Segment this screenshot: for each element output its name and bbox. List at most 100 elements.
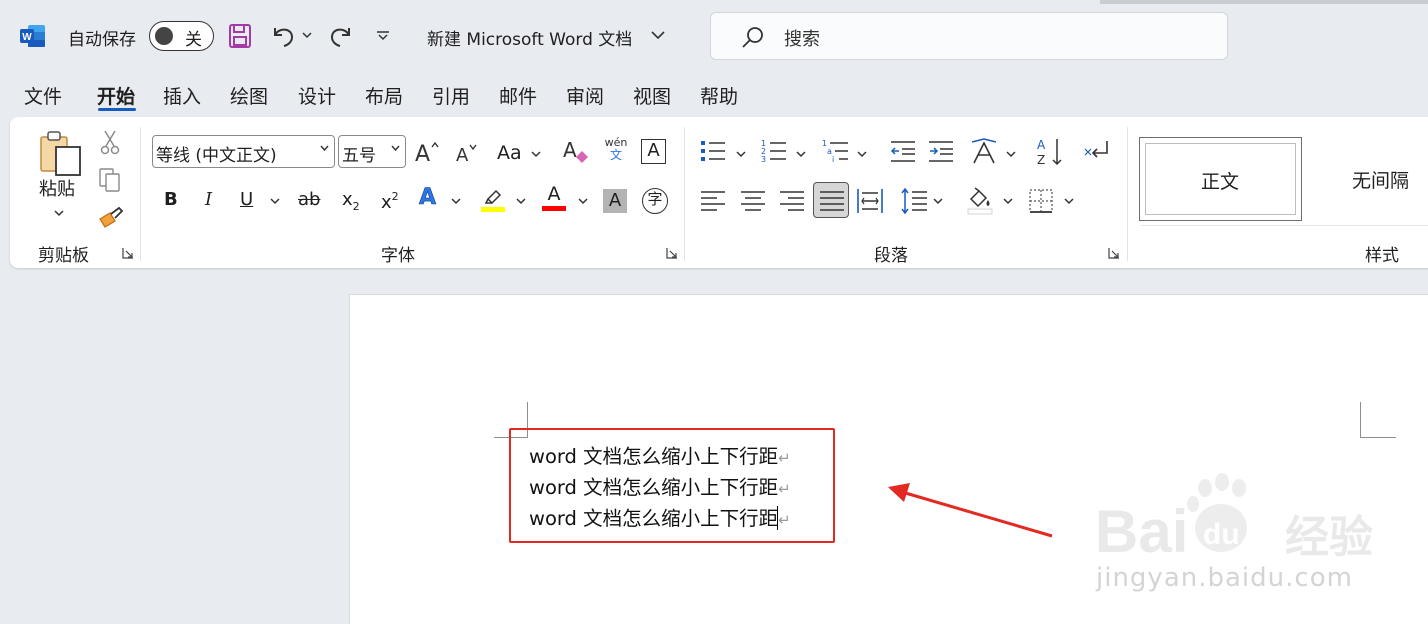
clear-formatting-icon[interactable]: A	[562, 137, 590, 165]
cut-icon[interactable]	[99, 129, 121, 155]
phonetic-top: wén	[604, 136, 628, 149]
borders-dropdown-icon[interactable]	[1064, 197, 1074, 205]
decrease-indent-icon[interactable]	[890, 139, 916, 163]
phonetic-bottom: 文	[609, 148, 622, 162]
font-size-combo[interactable]: 五号	[338, 135, 406, 168]
paste-dropdown-icon[interactable]	[54, 209, 64, 217]
change-case-button[interactable]: Aa	[497, 144, 522, 163]
customize-toolbar-icon[interactable]	[376, 30, 390, 42]
numbering-icon[interactable]: 1 2 3	[761, 138, 787, 164]
asian-layout-dropdown-icon[interactable]	[1006, 150, 1016, 158]
redo-icon[interactable]	[326, 22, 354, 50]
bold-button[interactable]: B	[164, 191, 178, 209]
align-center-icon[interactable]	[740, 190, 766, 212]
tab-home[interactable]: 开始	[97, 82, 135, 109]
clipboard-launcher-icon[interactable]	[122, 247, 134, 259]
strikethrough-button[interactable]: ab	[298, 191, 320, 209]
paragraph-launcher-icon[interactable]	[1108, 247, 1120, 259]
highlight-dropdown-icon[interactable]	[516, 197, 526, 205]
svg-text:i: i	[832, 155, 834, 164]
svg-text:W: W	[22, 32, 32, 43]
tab-draw[interactable]: 绘图	[230, 82, 268, 109]
svg-text:A: A	[563, 138, 577, 162]
highlight-icon[interactable]	[480, 185, 506, 213]
tab-layout[interactable]: 布局	[365, 82, 403, 109]
chevron-down-icon	[391, 145, 400, 152]
tab-view[interactable]: 视图	[633, 82, 671, 109]
word-app-icon: W	[20, 25, 45, 47]
sort-icon[interactable]: A Z	[1037, 137, 1065, 167]
paste-label[interactable]: 粘贴	[39, 181, 75, 199]
copy-icon[interactable]	[97, 167, 123, 193]
toggle-knob	[155, 27, 173, 45]
line-spacing-dropdown-icon[interactable]	[933, 197, 943, 205]
asian-layout-icon[interactable]	[970, 137, 998, 165]
grow-font-icon[interactable]: A	[414, 139, 442, 165]
borders-icon[interactable]	[1028, 188, 1054, 214]
text-effects-dropdown-icon[interactable]	[451, 197, 461, 205]
tab-help[interactable]: 帮助	[700, 82, 738, 109]
style-normal-label: 正文	[1201, 171, 1240, 193]
title-bar: W 自动保存 关 新建 Microsoft Word 文档 搜索	[0, 0, 1428, 70]
font-color-button[interactable]: A	[542, 185, 566, 211]
tab-mailings[interactable]: 邮件	[499, 82, 537, 109]
show-hide-marks-icon[interactable]	[1083, 139, 1111, 163]
italic-button[interactable]: I	[205, 191, 212, 209]
active-tab-indicator	[98, 108, 136, 111]
bullets-icon[interactable]	[700, 139, 726, 163]
superscript-button[interactable]: x2	[381, 191, 399, 212]
paste-icon[interactable]	[38, 129, 84, 177]
style-normal[interactable]: 正文	[1139, 137, 1302, 221]
clipboard-group-label: 剪贴板	[38, 246, 89, 266]
save-icon[interactable]	[228, 23, 252, 49]
character-border-button[interactable]: A	[641, 139, 666, 164]
enclose-characters-button[interactable]: 字	[642, 188, 668, 214]
search-box[interactable]: 搜索	[710, 12, 1228, 60]
multilevel-dropdown-icon[interactable]	[857, 150, 867, 158]
font-name-combo[interactable]: 等线 (中文正文)	[152, 135, 335, 168]
tab-insert[interactable]: 插入	[163, 82, 201, 109]
subscript-base: x	[342, 189, 353, 210]
phonetic-guide-button[interactable]: wén 文	[604, 137, 628, 161]
distributed-icon[interactable]	[857, 188, 883, 214]
justify-button[interactable]	[813, 182, 849, 218]
align-right-icon[interactable]	[779, 190, 805, 212]
text-effects-button[interactable]: A	[419, 186, 437, 209]
tab-references[interactable]: 引用	[432, 82, 470, 109]
bullets-dropdown-icon[interactable]	[736, 150, 746, 158]
margin-mark-top-right	[1360, 437, 1396, 438]
window-edge	[1100, 0, 1428, 4]
underline-button[interactable]: U	[240, 191, 253, 209]
font-launcher-icon[interactable]	[666, 247, 678, 259]
subscript-button[interactable]: x2	[342, 189, 360, 213]
align-left-icon[interactable]	[700, 190, 726, 212]
line-spacing-icon[interactable]	[900, 187, 928, 215]
document-title[interactable]: 新建 Microsoft Word 文档	[427, 25, 632, 50]
annotation-arrow-icon	[888, 483, 1053, 538]
watermark-url: jingyan.baidu.com	[1096, 563, 1353, 593]
undo-icon[interactable]	[270, 22, 298, 50]
tab-design[interactable]: 设计	[298, 82, 336, 109]
tab-file[interactable]: 文件	[24, 82, 62, 109]
tab-review[interactable]: 审阅	[566, 82, 604, 109]
format-painter-icon[interactable]	[97, 205, 125, 231]
numbering-dropdown-icon[interactable]	[796, 150, 806, 158]
character-shading-button[interactable]: A	[603, 189, 627, 213]
style-no-spacing[interactable]: 无间隔	[1352, 166, 1409, 193]
autosave-toggle[interactable]: 关	[149, 21, 214, 51]
svg-text:A: A	[415, 142, 430, 165]
multilevel-list-icon[interactable]: 1 a i	[822, 138, 850, 164]
shading-dropdown-icon[interactable]	[1003, 197, 1013, 205]
superscript-base: x	[381, 192, 392, 213]
change-case-dropdown-icon[interactable]	[531, 150, 541, 158]
svg-text:3: 3	[761, 155, 766, 164]
shading-icon[interactable]	[966, 185, 994, 215]
subscript-mark: 2	[352, 200, 360, 213]
shrink-font-icon[interactable]: A	[454, 141, 480, 165]
underline-dropdown-icon[interactable]	[270, 197, 280, 205]
undo-dropdown-icon[interactable]	[302, 31, 312, 39]
title-dropdown-icon[interactable]	[651, 31, 665, 40]
ribbon: 粘贴 剪贴板 等线 (中文正文) 五号 A A Aa A wén 文 A B I…	[10, 117, 1428, 268]
font-color-dropdown-icon[interactable]	[578, 197, 588, 205]
increase-indent-icon[interactable]	[928, 139, 954, 163]
